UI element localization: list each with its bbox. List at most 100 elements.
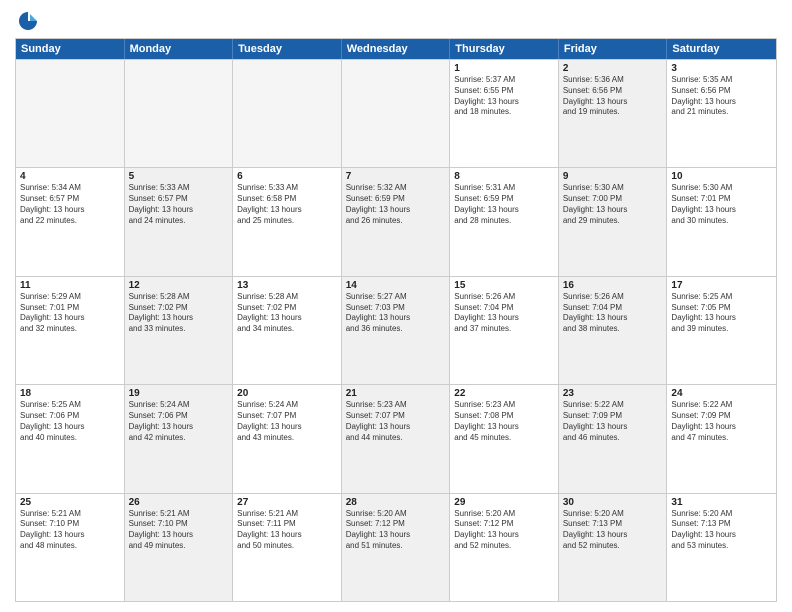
day-number: 24: [671, 388, 772, 399]
day-number: 1: [454, 63, 554, 74]
cell-info: Sunrise: 5:35 AM Sunset: 6:56 PM Dayligh…: [671, 75, 772, 118]
cell-info: Sunrise: 5:24 AM Sunset: 7:06 PM Dayligh…: [129, 400, 229, 443]
cal-cell-1: 1Sunrise: 5:37 AM Sunset: 6:55 PM Daylig…: [450, 60, 559, 167]
cal-cell-11: 11Sunrise: 5:29 AM Sunset: 7:01 PM Dayli…: [16, 277, 125, 384]
cal-cell-14: 14Sunrise: 5:27 AM Sunset: 7:03 PM Dayli…: [342, 277, 451, 384]
cal-cell-5: 5Sunrise: 5:33 AM Sunset: 6:57 PM Daylig…: [125, 168, 234, 275]
cell-info: Sunrise: 5:24 AM Sunset: 7:07 PM Dayligh…: [237, 400, 337, 443]
cal-cell-24: 24Sunrise: 5:22 AM Sunset: 7:09 PM Dayli…: [667, 385, 776, 492]
cell-info: Sunrise: 5:26 AM Sunset: 7:04 PM Dayligh…: [454, 292, 554, 335]
logo-icon: [17, 10, 39, 32]
cell-info: Sunrise: 5:33 AM Sunset: 6:58 PM Dayligh…: [237, 183, 337, 226]
cell-info: Sunrise: 5:21 AM Sunset: 7:11 PM Dayligh…: [237, 509, 337, 552]
cal-cell-28: 28Sunrise: 5:20 AM Sunset: 7:12 PM Dayli…: [342, 494, 451, 601]
cal-cell-2: 2Sunrise: 5:36 AM Sunset: 6:56 PM Daylig…: [559, 60, 668, 167]
cell-info: Sunrise: 5:25 AM Sunset: 7:06 PM Dayligh…: [20, 400, 120, 443]
cell-info: Sunrise: 5:28 AM Sunset: 7:02 PM Dayligh…: [129, 292, 229, 335]
day-number: 2: [563, 63, 663, 74]
cal-cell-30: 30Sunrise: 5:20 AM Sunset: 7:13 PM Dayli…: [559, 494, 668, 601]
day-number: 30: [563, 497, 663, 508]
day-number: 26: [129, 497, 229, 508]
header-day-saturday: Saturday: [667, 39, 776, 59]
day-number: 23: [563, 388, 663, 399]
day-number: 27: [237, 497, 337, 508]
day-number: 28: [346, 497, 446, 508]
cal-row-0: 1Sunrise: 5:37 AM Sunset: 6:55 PM Daylig…: [16, 59, 776, 167]
cal-cell-empty-0-2: [233, 60, 342, 167]
day-number: 16: [563, 280, 663, 291]
day-number: 29: [454, 497, 554, 508]
cell-info: Sunrise: 5:31 AM Sunset: 6:59 PM Dayligh…: [454, 183, 554, 226]
cal-cell-18: 18Sunrise: 5:25 AM Sunset: 7:06 PM Dayli…: [16, 385, 125, 492]
day-number: 14: [346, 280, 446, 291]
cell-info: Sunrise: 5:22 AM Sunset: 7:09 PM Dayligh…: [671, 400, 772, 443]
day-number: 25: [20, 497, 120, 508]
cell-info: Sunrise: 5:37 AM Sunset: 6:55 PM Dayligh…: [454, 75, 554, 118]
calendar-body: 1Sunrise: 5:37 AM Sunset: 6:55 PM Daylig…: [16, 59, 776, 601]
cell-info: Sunrise: 5:34 AM Sunset: 6:57 PM Dayligh…: [20, 183, 120, 226]
header-day-wednesday: Wednesday: [342, 39, 451, 59]
day-number: 6: [237, 171, 337, 182]
cell-info: Sunrise: 5:26 AM Sunset: 7:04 PM Dayligh…: [563, 292, 663, 335]
day-number: 3: [671, 63, 772, 74]
cal-cell-9: 9Sunrise: 5:30 AM Sunset: 7:00 PM Daylig…: [559, 168, 668, 275]
cell-info: Sunrise: 5:21 AM Sunset: 7:10 PM Dayligh…: [129, 509, 229, 552]
cell-info: Sunrise: 5:23 AM Sunset: 7:07 PM Dayligh…: [346, 400, 446, 443]
cal-cell-26: 26Sunrise: 5:21 AM Sunset: 7:10 PM Dayli…: [125, 494, 234, 601]
day-number: 12: [129, 280, 229, 291]
cal-cell-15: 15Sunrise: 5:26 AM Sunset: 7:04 PM Dayli…: [450, 277, 559, 384]
cal-cell-19: 19Sunrise: 5:24 AM Sunset: 7:06 PM Dayli…: [125, 385, 234, 492]
cell-info: Sunrise: 5:30 AM Sunset: 7:01 PM Dayligh…: [671, 183, 772, 226]
cell-info: Sunrise: 5:20 AM Sunset: 7:12 PM Dayligh…: [346, 509, 446, 552]
cal-cell-29: 29Sunrise: 5:20 AM Sunset: 7:12 PM Dayli…: [450, 494, 559, 601]
cal-cell-6: 6Sunrise: 5:33 AM Sunset: 6:58 PM Daylig…: [233, 168, 342, 275]
cal-row-1: 4Sunrise: 5:34 AM Sunset: 6:57 PM Daylig…: [16, 167, 776, 275]
day-number: 15: [454, 280, 554, 291]
cal-cell-10: 10Sunrise: 5:30 AM Sunset: 7:01 PM Dayli…: [667, 168, 776, 275]
cal-cell-21: 21Sunrise: 5:23 AM Sunset: 7:07 PM Dayli…: [342, 385, 451, 492]
cal-cell-16: 16Sunrise: 5:26 AM Sunset: 7:04 PM Dayli…: [559, 277, 668, 384]
cal-cell-27: 27Sunrise: 5:21 AM Sunset: 7:11 PM Dayli…: [233, 494, 342, 601]
day-number: 7: [346, 171, 446, 182]
cal-cell-empty-0-3: [342, 60, 451, 167]
cal-cell-13: 13Sunrise: 5:28 AM Sunset: 7:02 PM Dayli…: [233, 277, 342, 384]
cell-info: Sunrise: 5:33 AM Sunset: 6:57 PM Dayligh…: [129, 183, 229, 226]
cell-info: Sunrise: 5:22 AM Sunset: 7:09 PM Dayligh…: [563, 400, 663, 443]
day-number: 13: [237, 280, 337, 291]
cal-cell-23: 23Sunrise: 5:22 AM Sunset: 7:09 PM Dayli…: [559, 385, 668, 492]
cal-row-4: 25 Sunrise: 5:21 AM Sunset: 7:10 PM Dayli…: [16, 493, 776, 601]
cal-cell-12: 12Sunrise: 5:28 AM Sunset: 7:02 PM Dayli…: [125, 277, 234, 384]
day-number: 17: [671, 280, 772, 291]
day-number: 5: [129, 171, 229, 182]
day-number: 8: [454, 171, 554, 182]
cell-info: Sunrise: 5:20 AM Sunset: 7:12 PM Dayligh…: [454, 509, 554, 552]
calendar-header: SundayMondayTuesdayWednesdayThursdayFrid…: [16, 39, 776, 59]
cal-row-3: 18Sunrise: 5:25 AM Sunset: 7:06 PM Dayli…: [16, 384, 776, 492]
day-number: 21: [346, 388, 446, 399]
calendar: SundayMondayTuesdayWednesdayThursdayFrid…: [15, 38, 777, 602]
cal-cell-3: 3Sunrise: 5:35 AM Sunset: 6:56 PM Daylig…: [667, 60, 776, 167]
header-day-tuesday: Tuesday: [233, 39, 342, 59]
cell-info: Sunrise: 5:27 AM Sunset: 7:03 PM Dayligh…: [346, 292, 446, 335]
page: SundayMondayTuesdayWednesdayThursdayFrid…: [0, 0, 792, 612]
cell-info: Sunrise: 5:28 AM Sunset: 7:02 PM Dayligh…: [237, 292, 337, 335]
cal-cell-31: 31Sunrise: 5:20 AM Sunset: 7:13 PM Dayli…: [667, 494, 776, 601]
header: [15, 10, 777, 32]
cell-info: Sunrise: 5:30 AM Sunset: 7:00 PM Dayligh…: [563, 183, 663, 226]
cal-cell-4: 4Sunrise: 5:34 AM Sunset: 6:57 PM Daylig…: [16, 168, 125, 275]
cell-info: Sunrise: 5:20 AM Sunset: 7:13 PM Dayligh…: [563, 509, 663, 552]
cal-cell-20: 20Sunrise: 5:24 AM Sunset: 7:07 PM Dayli…: [233, 385, 342, 492]
header-day-monday: Monday: [125, 39, 234, 59]
cal-cell-25: 25Sunrise: 5:21 AM Sunset: 7:10 PM Dayli…: [16, 494, 125, 601]
day-number: 19: [129, 388, 229, 399]
cell-info: Sunrise: 5:23 AM Sunset: 7:08 PM Dayligh…: [454, 400, 554, 443]
day-number: 4: [20, 171, 120, 182]
cal-cell-8: 8Sunrise: 5:31 AM Sunset: 6:59 PM Daylig…: [450, 168, 559, 275]
cal-cell-17: 17Sunrise: 5:25 AM Sunset: 7:05 PM Dayli…: [667, 277, 776, 384]
header-day-friday: Friday: [559, 39, 668, 59]
cell-info: Sunrise: 5:32 AM Sunset: 6:59 PM Dayligh…: [346, 183, 446, 226]
day-number: 9: [563, 171, 663, 182]
day-number: 31: [671, 497, 772, 508]
day-number: 22: [454, 388, 554, 399]
header-day-thursday: Thursday: [450, 39, 559, 59]
